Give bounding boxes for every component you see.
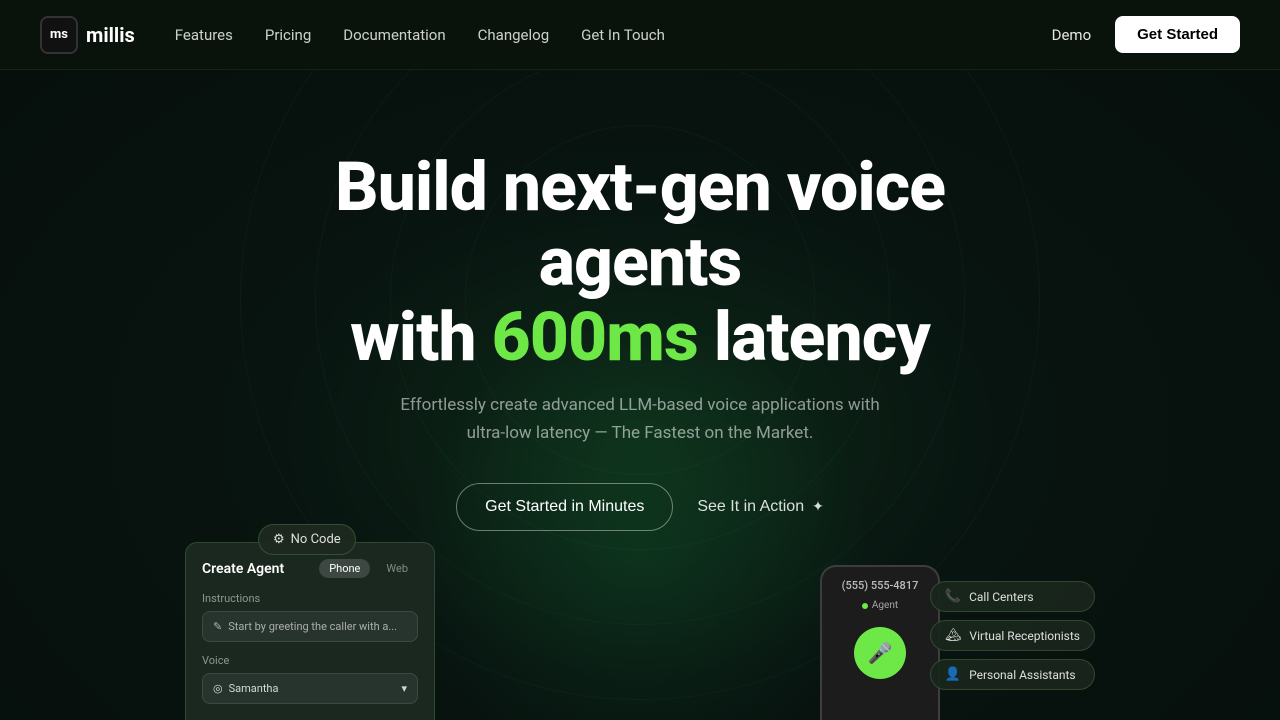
nav-links: Features Pricing Documentation Changelog… [175,26,665,44]
virtual-receptionists-label: Virtual Receptionists [969,629,1080,643]
hero-title-part1: Build next-gen voice agents [335,147,945,302]
no-code-badge: ⚙ No Code [258,524,356,555]
see-it-in-action-button[interactable]: See It in Action ✦ [697,498,823,516]
mic-button[interactable]: 🎤 [854,627,906,679]
nav-link-changelog[interactable]: Changelog [478,26,549,44]
voice-select[interactable]: ◎ Samantha ▾ [202,673,418,704]
no-code-label: No Code [291,532,341,547]
see-it-in-action-label: See It in Action [697,498,804,516]
call-centers-icon: 📞 [945,589,961,604]
get-started-minutes-button[interactable]: Get Started in Minutes [456,483,673,531]
hero-section: Build next-gen voice agents with 600ms l… [0,70,1280,531]
pin-icon: ◎ [213,682,223,695]
personal-assistants-badge: 👤 Personal Assistants [930,659,1095,690]
hero-title-highlight: 600ms [492,297,698,377]
panel-tabs: Phone Web [319,559,418,578]
demo-link[interactable]: Demo [1052,26,1092,44]
instructions-placeholder: Start by greeting the caller with a... [228,620,397,633]
hero-subtitle: Effortlessly create advanced LLM-based v… [380,392,900,446]
agent-status: Agent [862,600,898,611]
nav-link-features[interactable]: Features [175,26,233,44]
create-agent-panel: Create Agent Phone Web Instructions ✎ St… [185,542,435,720]
nav-link-get-in-touch[interactable]: Get In Touch [581,26,665,44]
hero-title-part2: with [350,297,491,377]
phone-number: (555) 555-4817 [842,579,919,592]
personal-assistants-label: Personal Assistants [969,668,1076,682]
logo-text: millis [86,23,135,47]
phone-mockup: (555) 555-4817 Agent 🎤 [820,565,940,720]
call-centers-label: Call Centers [969,590,1034,604]
nav-link-pricing[interactable]: Pricing [265,26,311,44]
instructions-label: Instructions [202,592,418,605]
nav-link-documentation[interactable]: Documentation [343,26,445,44]
gear-icon: ⚙ [273,532,285,547]
hero-buttons: Get Started in Minutes See It in Action … [0,483,1280,531]
logo-icon: ms [40,16,78,54]
status-dot [862,603,868,609]
logo-ms: ms [50,27,68,42]
feature-badges: 📞 Call Centers 🏔 Virtual Receptionists 👤… [930,581,1095,690]
nav-left: ms millis Features Pricing Documentation… [40,16,665,54]
logo[interactable]: ms millis [40,16,135,54]
sparkle-icon: ✦ [812,498,824,515]
virtual-receptionists-badge: 🏔 Virtual Receptionists [930,620,1095,651]
mic-icon: 🎤 [868,641,893,665]
voice-label: Voice [202,654,418,667]
get-started-nav-button[interactable]: Get Started [1115,16,1240,53]
panel-header: Create Agent Phone Web [202,559,418,578]
tab-web[interactable]: Web [376,559,418,578]
wand-icon: ✎ [213,620,222,633]
chevron-down-icon: ▾ [401,682,407,695]
call-centers-badge: 📞 Call Centers [930,581,1095,612]
panel-title: Create Agent [202,561,284,577]
agent-label: Agent [872,600,898,611]
hero-title-part3: latency [698,297,930,377]
personal-assistants-icon: 👤 [945,667,961,682]
nav-right: Demo Get Started [1052,16,1240,53]
voice-value: Samantha [229,682,279,695]
instructions-input[interactable]: ✎ Start by greeting the caller with a... [202,611,418,642]
virtual-receptionists-icon: 🏔 [945,628,962,643]
hero-title: Build next-gen voice agents with 600ms l… [230,150,1050,374]
tab-phone[interactable]: Phone [319,559,370,578]
navbar: ms millis Features Pricing Documentation… [0,0,1280,70]
